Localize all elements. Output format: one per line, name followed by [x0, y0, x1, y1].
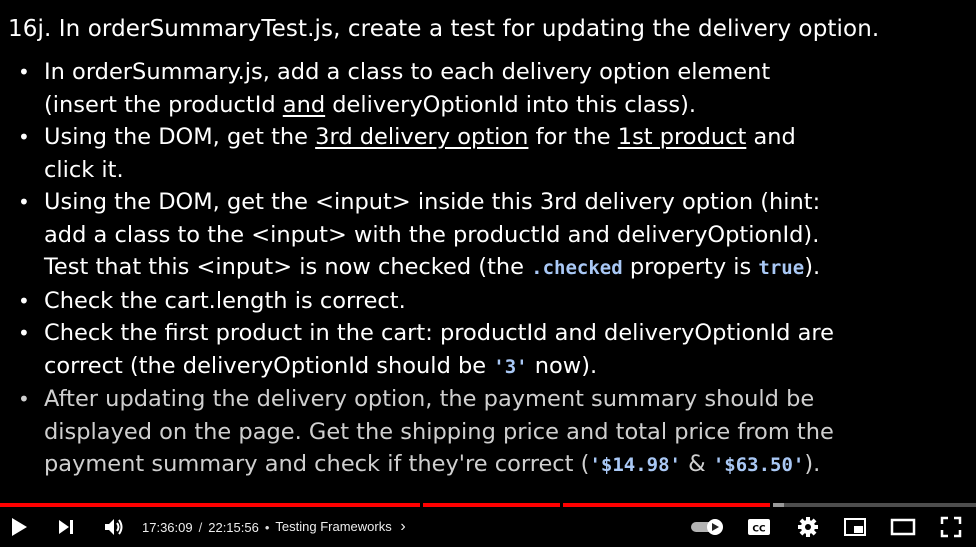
- list-item: After updating the delivery option, the …: [0, 383, 834, 482]
- play-button[interactable]: [2, 507, 36, 547]
- bullet-text: (insert the productId: [44, 91, 283, 118]
- bullet-text: ).: [804, 451, 821, 477]
- volume-icon: [105, 519, 123, 535]
- autoplay-toggle-icon: [691, 519, 723, 535]
- underlined-text: and: [282, 91, 326, 118]
- bullet-text: payment summary and check if they're cor…: [44, 451, 590, 477]
- bullet-text: Check the first product in the cart: pro…: [44, 320, 834, 346]
- slide-heading: 16j. In orderSummaryTest.js, create a te…: [8, 16, 880, 42]
- chapter-dot: •: [264, 519, 270, 535]
- captions-label: CC: [752, 525, 766, 535]
- settings-icon: [798, 517, 818, 537]
- settings-button[interactable]: [793, 507, 823, 547]
- code-snippet: '3': [493, 355, 528, 378]
- bullet-list: In orderSummary.js, add a class to each …: [0, 56, 834, 482]
- bullet-text: for the: [528, 124, 618, 150]
- underlined-text: 1st product: [617, 124, 747, 150]
- next-icon: [59, 520, 73, 534]
- next-button[interactable]: [50, 507, 82, 547]
- captions-button[interactable]: CC: [744, 507, 774, 547]
- bullet-text: Using the DOM, get the <input> inside th…: [44, 189, 821, 215]
- chapter-title: Testing Frameworks: [275, 519, 392, 534]
- play-icon: [12, 518, 27, 536]
- current-time: 17:36:09: [142, 519, 193, 535]
- theater-icon: [890, 518, 916, 536]
- bullet-text: correct (the deliveryOptionId should be: [44, 352, 494, 379]
- list-item: Using the DOM, get the <input> inside th…: [0, 186, 834, 285]
- bullet-text: In orderSummary.js, add a class to each …: [44, 59, 771, 85]
- code-snippet: true: [758, 257, 805, 279]
- bullet-text: displayed on the page. Get the shipping …: [44, 418, 834, 445]
- mute-button[interactable]: [98, 507, 130, 547]
- bullet-text: add a class to the <input> with the prod…: [44, 221, 820, 248]
- theater-mode-button[interactable]: [886, 507, 920, 547]
- miniplayer-button[interactable]: [840, 507, 870, 547]
- chapter-title-button[interactable]: Testing Frameworks ›: [275, 518, 405, 536]
- bullet-text: &: [680, 451, 713, 477]
- time-separator: /: [198, 519, 203, 535]
- bullet-text: deliveryOptionId into this class).: [325, 91, 697, 118]
- underlined-text: 3rd delivery option: [315, 124, 529, 150]
- list-item: Check the first product in the cart: pro…: [0, 317, 834, 383]
- bullet-text: Test that this <input> is now checked (t…: [44, 254, 532, 280]
- autoplay-toggle[interactable]: [688, 507, 728, 547]
- list-item: In orderSummary.js, add a class to each …: [0, 56, 834, 121]
- code-snippet: .checked: [531, 257, 623, 279]
- bullet-text: ).: [804, 254, 821, 280]
- code-snippet: '$14.98': [589, 454, 681, 476]
- code-snippet: '$63.50': [712, 454, 805, 476]
- miniplayer-icon: [844, 518, 866, 536]
- time-display: 17:36:09 / 22:15:56 • Testing Frameworks…: [142, 507, 406, 547]
- chevron-right-icon: ›: [400, 518, 406, 535]
- player-controls: 17:36:09 / 22:15:56 • Testing Frameworks…: [0, 507, 976, 547]
- bullet-text: click it.: [44, 156, 124, 183]
- total-time: 22:15:56: [208, 519, 259, 535]
- bullet-text: Using the DOM, get the: [44, 124, 316, 150]
- bullet-text: After updating the delivery option, the …: [44, 386, 815, 412]
- bullet-text: property is: [622, 254, 759, 280]
- list-item: Check the cart.length is correct.: [0, 285, 834, 318]
- bullet-text: Check the cart.length is correct.: [44, 287, 406, 314]
- fullscreen-button[interactable]: [936, 507, 966, 547]
- bullet-text: now).: [527, 352, 598, 379]
- fullscreen-icon: [940, 516, 962, 538]
- slide-content: 16j. In orderSummaryTest.js, create a te…: [0, 0, 976, 500]
- bullet-text: and: [746, 124, 796, 150]
- captions-icon: CC: [748, 519, 770, 535]
- list-item: Using the DOM, get the 3rd delivery opti…: [0, 121, 834, 186]
